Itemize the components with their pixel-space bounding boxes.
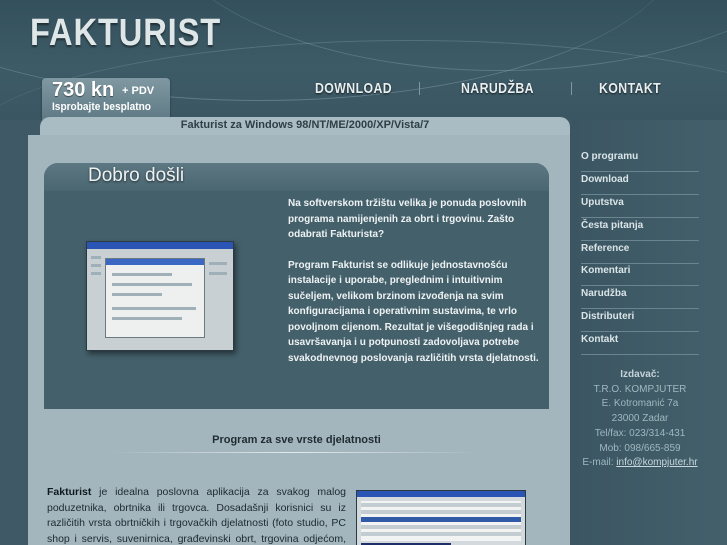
email-label: E-mail: [582, 457, 617, 469]
section-paragraph: Fakturist je idealna poslovna aplikacija… [47, 485, 346, 545]
screenshot-titlebar [87, 242, 233, 249]
screenshot-dialog [105, 258, 205, 338]
screenshot-grid [361, 501, 521, 541]
text: se odlikuje jednostavnošću instalacije i… [288, 259, 539, 364]
screenshot-detail [91, 264, 101, 267]
nav-download[interactable]: DOWNLOAD [315, 80, 392, 97]
page-title: Fakturist za Windows 98/NT/ME/2000/XP/Vi… [180, 119, 430, 131]
sidebar-item-label: O programu [581, 151, 639, 162]
page: FAKTURIST 730 kn + PDV Isprobajte bespla… [0, 0, 727, 545]
screenshot-detail [112, 307, 196, 310]
screenshot-dialog-titlebar [106, 259, 204, 265]
sidebar-item-label: Download [581, 173, 629, 185]
sidebar-item-distributeri[interactable]: Distributeri [581, 310, 699, 333]
sidebar-item-label: Reference [581, 242, 630, 254]
screenshot-detail [361, 532, 521, 536]
sidebar-item-uputstva[interactable]: Uputstva [581, 196, 699, 218]
welcome-panel: Dobro došli Na softverskom tržištu velik… [44, 163, 549, 409]
nav-separator [571, 82, 572, 95]
publisher-title: Izdavač: [620, 369, 660, 380]
sidebar-item-o-programu[interactable]: O programu [581, 150, 699, 172]
welcome-title: Dobro došli [88, 165, 185, 186]
publisher-street: E. Kotromanić 7a [601, 398, 679, 410]
app-screenshot-2 [356, 490, 526, 545]
screenshot-detail [112, 283, 192, 286]
sidebar-item-reference[interactable]: Reference [581, 242, 699, 264]
screenshot-titlebar [357, 491, 525, 497]
price-suffix: + PDV [122, 85, 155, 97]
try-free-label: Isprobajte besplatno [52, 101, 151, 113]
sidebar-item-narudzba[interactable]: Narudžba [581, 287, 699, 310]
sidebar-item-label: Uputstva [581, 196, 624, 208]
screenshot-detail [361, 517, 521, 522]
header: FAKTURIST 730 kn + PDV Isprobajte bespla… [0, 0, 727, 120]
screenshot-detail [209, 272, 227, 275]
sidebar-item-label: Kontakt [581, 334, 619, 346]
site-logo[interactable]: FAKTURIST [30, 12, 221, 55]
title-strip: Fakturist za Windows 98/NT/ME/2000/XP/Vi… [40, 117, 570, 135]
nav-separator [419, 82, 420, 95]
text: je idealna poslovna aplikacija za svakog… [47, 486, 346, 545]
screenshot-detail [361, 510, 521, 514]
screenshot-detail [91, 272, 101, 275]
publisher-info: Izdavač: T.R.O. KOMPJUTER E. Kotromanić … [575, 368, 705, 471]
screenshot-detail [112, 293, 162, 296]
nav-order[interactable]: NARUDŽBA [461, 80, 534, 97]
publisher-email-row: E-mail: info@kompjuter.hr [575, 456, 705, 471]
screenshot-detail [112, 317, 182, 320]
publisher-mobile: Mob: 098/665-859 [599, 442, 681, 454]
section-title: Program za sve vrste djelatnosti [212, 434, 381, 446]
sidebar-item-label: Narudžba [581, 288, 627, 300]
product-name: Fakturist [331, 259, 375, 271]
publisher-city: 23000 Zadar [611, 413, 669, 425]
publisher-name: T.R.O. KOMPJUTER [593, 383, 687, 395]
sidebar-item-label: Komentari [581, 265, 631, 277]
screenshot-detail [112, 273, 172, 276]
sidebar-item-label: Česta pitanja [581, 219, 644, 231]
nav-contact[interactable]: KONTAKT [599, 80, 661, 97]
sidebar-menu: O programu Download Uputstva Česta pitan… [581, 150, 699, 356]
sidebar-item-komentari[interactable]: Komentari [581, 264, 699, 287]
sidebar-item-download[interactable]: Download [581, 173, 699, 195]
app-screenshot [86, 241, 234, 351]
product-name: Fakturist [47, 486, 92, 498]
welcome-text: Na softverskom tržištu velika je ponuda … [288, 196, 540, 381]
screenshot-detail [209, 262, 227, 265]
screenshot-detail [361, 503, 521, 507]
section-divider [110, 452, 480, 453]
publisher-telfax: Tel/fax: 023/314-431 [594, 427, 686, 439]
sidebar-item-cesta-pitanja[interactable]: Česta pitanja [581, 219, 699, 241]
screenshot-detail [91, 256, 101, 259]
price-value: 730 kn [52, 79, 115, 101]
price-badge[interactable]: 730 kn + PDV Isprobajte besplatno [42, 78, 170, 120]
sidebar-item-kontakt[interactable]: Kontakt [581, 333, 699, 356]
email-link[interactable]: info@kompjuter.hr [616, 457, 697, 468]
screenshot-detail [361, 525, 521, 529]
sidebar-item-label: Distributeri [581, 311, 635, 323]
text: Program [288, 259, 332, 271]
welcome-paragraph: Program Fakturist se odlikuje jednostavn… [288, 258, 540, 367]
welcome-header-bar: Dobro došli [44, 163, 549, 191]
welcome-paragraph: Na softverskom tržištu velika je ponuda … [288, 198, 527, 240]
